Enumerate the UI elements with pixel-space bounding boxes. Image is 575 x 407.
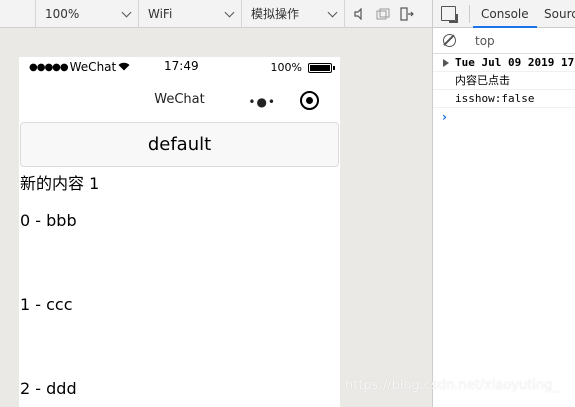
operation-select[interactable]: 模拟操作 [242, 0, 345, 28]
simulator-toolbar: 100% WiFi 模拟操作 [0, 0, 432, 28]
context-select[interactable]: top [475, 34, 495, 48]
devtools-tabs: Console Source [433, 0, 575, 28]
clear-console-icon[interactable] [443, 34, 456, 47]
battery-icon [308, 62, 335, 73]
watermark: https://blog.csdn.net/xiaoyuting_ [345, 378, 559, 393]
nav-bar: WeChat •●• [19, 79, 340, 122]
console-log-line[interactable]: Tue Jul 09 2019 17 [433, 54, 575, 72]
device-select[interactable] [0, 0, 36, 28]
tab-sources[interactable]: Source [544, 0, 575, 28]
divider [469, 5, 470, 23]
close-capsule-icon[interactable] [300, 91, 319, 110]
default-button[interactable]: default [20, 122, 339, 167]
new-content-text[interactable]: 新的内容 1 [20, 170, 99, 194]
wifi-icon [118, 60, 130, 74]
volume-icon[interactable] [351, 6, 367, 22]
prompt-chevron-icon: › [442, 110, 447, 124]
battery-percent: 100% [270, 61, 302, 74]
signal-dots: ●●●●● [29, 61, 69, 73]
list-item[interactable]: 0 - bbb [20, 211, 77, 230]
phone-simulator: ●●●●● WeChat 17:49 100% WeChat •●• defau… [19, 57, 340, 407]
console-log-line: 内容已点击 [433, 72, 575, 90]
list-item[interactable]: 2 - ddd [20, 379, 77, 398]
nav-title: WeChat [154, 92, 205, 107]
list-item[interactable]: 1 - ccc [20, 295, 73, 314]
detach-icon[interactable] [399, 6, 415, 22]
network-select[interactable]: WiFi [139, 0, 242, 28]
chevron-down-icon [327, 7, 338, 17]
chevron-down-icon [121, 7, 132, 17]
chevron-down-icon [224, 7, 235, 17]
network-value: WiFi [148, 6, 173, 21]
more-icon[interactable]: •●• [248, 95, 276, 109]
operation-value: 模拟操作 [251, 7, 300, 21]
console-filter-bar: top [433, 28, 575, 54]
inspect-icon[interactable] [441, 6, 456, 21]
log-text: Tue Jul 09 2019 17 [455, 56, 575, 69]
expand-triangle-icon[interactable] [443, 59, 449, 67]
carrier-label: WeChat [69, 60, 117, 74]
status-time: 17:49 [164, 59, 199, 73]
log-text: 内容已点击 [455, 74, 510, 87]
rotate-icon[interactable] [375, 6, 391, 22]
console-prompt[interactable]: › [433, 108, 575, 126]
log-text: isshow:false [455, 92, 535, 105]
status-bar: ●●●●● WeChat 17:49 100% [19, 57, 340, 79]
devtools-panel: Console Source top Tue Jul 09 2019 17 内容… [432, 0, 575, 407]
zoom-value: 100% [45, 6, 80, 21]
tab-console[interactable]: Console [473, 0, 537, 28]
console-log-line: isshow:false [433, 90, 575, 108]
zoom-select[interactable]: 100% [36, 0, 139, 28]
